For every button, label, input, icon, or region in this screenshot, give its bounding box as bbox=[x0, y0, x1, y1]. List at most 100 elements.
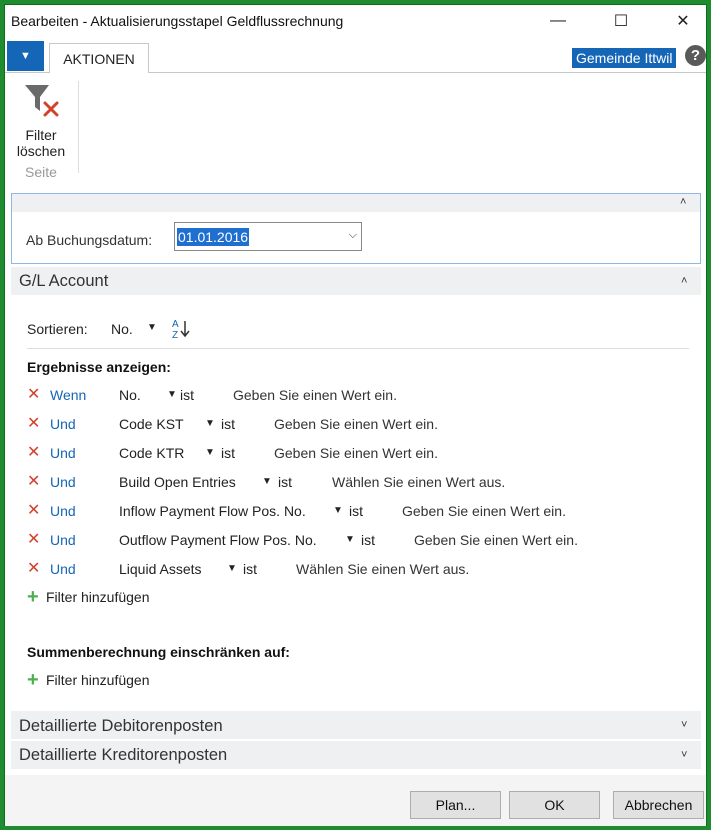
help-icon[interactable]: ? bbox=[685, 45, 706, 66]
filter-conjunction[interactable]: Und bbox=[50, 561, 76, 577]
filter-field-dropdown-icon[interactable]: ▼ bbox=[333, 505, 343, 516]
ribbon: Filter löschen Seite bbox=[5, 73, 706, 183]
caret-down-icon: ▼ bbox=[20, 50, 31, 62]
dialog-window: Bearbeiten - Aktualisierungsstapel Geldf… bbox=[4, 4, 707, 826]
filter-conjunction[interactable]: Und bbox=[50, 532, 76, 548]
clear-filter-label-line2: löschen bbox=[16, 143, 66, 159]
filter-field-dropdown-icon[interactable]: ▼ bbox=[167, 389, 177, 400]
chevron-up-icon[interactable]: ˄ bbox=[680, 196, 686, 208]
filter-row: ✕ Und Inflow Payment Flow Pos. No. ▼ ist… bbox=[27, 502, 687, 522]
plan-button[interactable]: Plan... bbox=[410, 791, 501, 819]
filter-row: ✕ Und Code KST ▼ ist Geben Sie einen Wer… bbox=[27, 415, 687, 435]
filter-field[interactable]: Code KST bbox=[119, 416, 184, 432]
posting-date-value[interactable]: 01.01.2016 bbox=[177, 228, 250, 246]
options-section: ˄ Ab Buchungsdatum: 01.01.2016 ⌵ bbox=[11, 193, 701, 264]
filter-value-input[interactable]: Geben Sie einen Wert ein. bbox=[274, 416, 438, 432]
chevron-down-icon[interactable]: ˅ bbox=[681, 719, 687, 731]
close-icon: ✕ bbox=[676, 13, 690, 30]
posting-date-field[interactable]: 01.01.2016 ⌵ bbox=[174, 222, 362, 251]
filter-field[interactable]: Outflow Payment Flow Pos. No. bbox=[119, 532, 317, 548]
chevron-down-icon[interactable]: ˅ bbox=[681, 749, 687, 761]
gl-account-section-header[interactable]: G/L Account ˄ bbox=[11, 267, 701, 295]
remove-filter-icon[interactable]: ✕ bbox=[27, 502, 40, 520]
plus-icon: + bbox=[27, 669, 39, 691]
cancel-button[interactable]: Abbrechen bbox=[613, 791, 704, 819]
filter-operator: ist bbox=[278, 474, 292, 490]
filter-conjunction[interactable]: Und bbox=[50, 445, 76, 461]
results-label: Ergebnisse anzeigen: bbox=[27, 359, 171, 375]
dialog-footer: Plan... OK Abbrechen bbox=[5, 775, 706, 826]
chevron-down-icon[interactable]: ⌵ bbox=[349, 229, 357, 242]
title-bar: Bearbeiten - Aktualisierungsstapel Geldf… bbox=[5, 5, 706, 39]
svg-text:A: A bbox=[172, 319, 179, 330]
sort-order-icon[interactable]: A Z bbox=[171, 317, 193, 341]
maximize-icon: ☐ bbox=[613, 13, 629, 30]
ribbon-group-label: Seite bbox=[25, 164, 57, 180]
filter-conjunction[interactable]: Wenn bbox=[50, 387, 86, 403]
section-kreditorenposten[interactable]: Detaillierte Kreditorenposten ˅ bbox=[11, 741, 701, 769]
remove-filter-icon[interactable]: ✕ bbox=[27, 444, 40, 462]
sort-field-value[interactable]: No. bbox=[111, 321, 133, 337]
sort-label: Sortieren: bbox=[27, 321, 88, 337]
filter-row: ✕ Und Build Open Entries ▼ ist Wählen Si… bbox=[27, 473, 687, 493]
clear-filter-label-line1: Filter bbox=[25, 127, 57, 143]
remove-filter-icon[interactable]: ✕ bbox=[27, 531, 40, 549]
maximize-button[interactable]: ☐ bbox=[598, 5, 644, 37]
gl-account-section-title: G/L Account bbox=[19, 272, 109, 290]
minimize-icon: — bbox=[550, 12, 566, 29]
remove-filter-icon[interactable]: ✕ bbox=[27, 473, 40, 491]
filter-field[interactable]: Liquid Assets bbox=[119, 561, 202, 577]
filter-field[interactable]: No. bbox=[119, 387, 141, 403]
ribbon-tab-bar: ▼ AKTIONEN Gemeinde Ittwil ? bbox=[5, 39, 706, 74]
filter-operator: ist bbox=[243, 561, 257, 577]
filter-field-dropdown-icon[interactable]: ▼ bbox=[227, 563, 237, 574]
filter-conjunction[interactable]: Und bbox=[50, 474, 76, 490]
tab-aktionen[interactable]: AKTIONEN bbox=[49, 43, 149, 74]
filter-value-input[interactable]: Geben Sie einen Wert ein. bbox=[233, 387, 397, 403]
close-button[interactable]: ✕ bbox=[660, 5, 706, 37]
remove-filter-icon[interactable]: ✕ bbox=[27, 560, 40, 578]
chevron-up-icon[interactable]: ˄ bbox=[681, 275, 687, 287]
filter-field[interactable]: Code KTR bbox=[119, 445, 184, 461]
company-badge[interactable]: Gemeinde Ittwil bbox=[572, 48, 677, 68]
svg-text:Z: Z bbox=[172, 330, 178, 341]
options-section-header[interactable]: ˄ bbox=[12, 194, 700, 212]
filter-value-input[interactable]: Wählen Sie einen Wert aus. bbox=[296, 561, 469, 577]
filter-row: ✕ Und Outflow Payment Flow Pos. No. ▼ is… bbox=[27, 531, 687, 551]
clear-filter-icon bbox=[25, 85, 59, 117]
filter-field[interactable]: Build Open Entries bbox=[119, 474, 236, 490]
minimize-button[interactable]: — bbox=[535, 5, 581, 37]
filter-row: ✕ Wenn No. ▼ ist Geben Sie einen Wert ei… bbox=[27, 386, 687, 406]
ok-button[interactable]: OK bbox=[509, 791, 600, 819]
section-title: Detaillierte Debitorenposten bbox=[19, 717, 223, 735]
sort-dropdown-icon[interactable]: ▼ bbox=[147, 322, 157, 333]
clear-filter-label: Filter löschen bbox=[11, 127, 71, 159]
plus-icon: + bbox=[27, 586, 39, 608]
filter-field-dropdown-icon[interactable]: ▼ bbox=[345, 534, 355, 545]
filter-field-dropdown-icon[interactable]: ▼ bbox=[205, 447, 215, 458]
remove-filter-icon[interactable]: ✕ bbox=[27, 415, 40, 433]
section-title: Detaillierte Kreditorenposten bbox=[19, 746, 228, 764]
filter-operator: ist bbox=[361, 532, 375, 548]
filter-conjunction[interactable]: Und bbox=[50, 416, 76, 432]
filter-value-input[interactable]: Wählen Sie einen Wert aus. bbox=[332, 474, 505, 490]
filter-field[interactable]: Inflow Payment Flow Pos. No. bbox=[119, 503, 306, 519]
filter-operator: ist bbox=[221, 445, 235, 461]
filter-field-dropdown-icon[interactable]: ▼ bbox=[205, 418, 215, 429]
filter-value-input[interactable]: Geben Sie einen Wert ein. bbox=[402, 503, 566, 519]
add-filter-label: Filter hinzufügen bbox=[46, 589, 150, 605]
window-title: Bearbeiten - Aktualisierungsstapel Geldf… bbox=[11, 13, 344, 29]
filter-operator: ist bbox=[180, 387, 194, 403]
clear-filter-button[interactable]: Filter löschen bbox=[11, 79, 71, 163]
totals-label: Summenberechnung einschränken auf: bbox=[27, 644, 290, 660]
filter-row: ✕ Und Code KTR ▼ ist Geben Sie einen Wer… bbox=[27, 444, 687, 464]
filter-operator: ist bbox=[221, 416, 235, 432]
filter-value-input[interactable]: Geben Sie einen Wert ein. bbox=[274, 445, 438, 461]
filter-row: ✕ Und Liquid Assets ▼ ist Wählen Sie ein… bbox=[27, 560, 687, 580]
section-debitorenposten[interactable]: Detaillierte Debitorenposten ˅ bbox=[11, 711, 701, 739]
filter-value-input[interactable]: Geben Sie einen Wert ein. bbox=[414, 532, 578, 548]
filter-field-dropdown-icon[interactable]: ▼ bbox=[262, 476, 272, 487]
application-menu-button[interactable]: ▼ bbox=[7, 41, 44, 71]
remove-filter-icon[interactable]: ✕ bbox=[27, 386, 40, 404]
filter-conjunction[interactable]: Und bbox=[50, 503, 76, 519]
